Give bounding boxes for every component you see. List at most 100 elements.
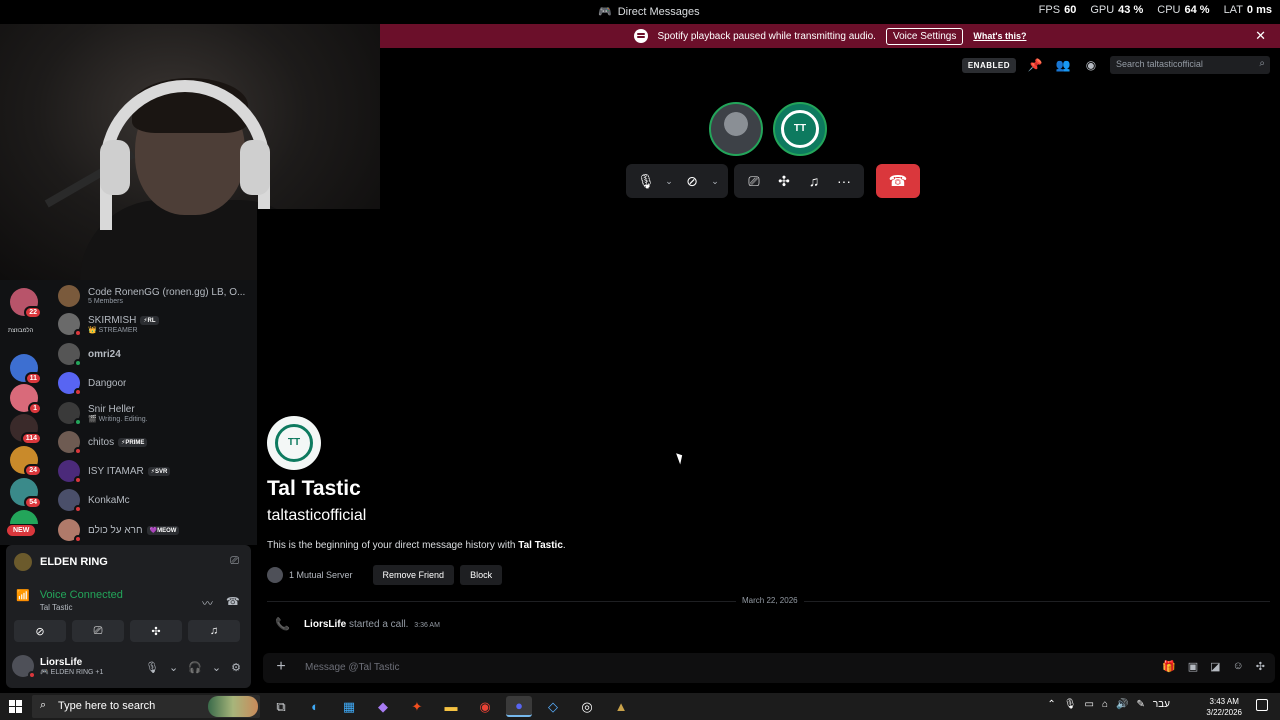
discord-taskbar-icon[interactable]: ● (506, 696, 532, 717)
camera-off-icon[interactable]: ⊘ (678, 167, 706, 195)
profile-display-name: Tal Tastic (267, 477, 361, 500)
notification-icon[interactable] (1256, 699, 1268, 711)
elden-ring-icon[interactable]: ▲ (608, 696, 634, 717)
dm-name: Snir Heller (88, 403, 135, 415)
volume-icon[interactable]: 🔊 (1116, 699, 1128, 710)
user-profile-icon[interactable]: ◉ (1082, 56, 1100, 74)
dm-list-item[interactable]: חרא על כולם 💜MEOW (58, 516, 254, 544)
dm-list-item[interactable]: omri24 (58, 340, 254, 368)
task-view-icon[interactable]: ⧉ (268, 696, 294, 717)
server-text-item[interactable]: הלמבוזצת (8, 328, 34, 334)
voice-settings-button[interactable]: Voice Settings (885, 27, 964, 45)
server-icon[interactable]: 24 (10, 446, 42, 477)
stat-cpu: CPU 64 % (1157, 4, 1210, 16)
screen-share-icon[interactable]: ⎚ (740, 167, 768, 195)
server-icon[interactable]: 22 (10, 288, 42, 319)
enabled-badge[interactable]: ENABLED (961, 57, 1016, 73)
dm-list-item[interactable]: Dangoor (58, 369, 254, 397)
obs-icon[interactable]: ◎ (574, 696, 600, 717)
edge-icon[interactable]: ◐ (302, 696, 328, 717)
whats-this-link[interactable]: What's this? (973, 31, 1026, 41)
pen-icon[interactable]: ✎ (1136, 699, 1144, 710)
app-icon[interactable]: ◇ (540, 696, 566, 717)
profile-avatar[interactable]: TT (267, 416, 321, 470)
title-bar: 🎮 Direct Messages FPS 60 GPU 43 % CPU 64 % … (0, 0, 1280, 24)
voice-status[interactable]: Voice Connected (40, 589, 123, 601)
chevron-down-icon[interactable]: ⌄ (212, 661, 221, 674)
profile-actions: 1 Mutual Server Remove Friend Block (267, 565, 503, 585)
battery-icon[interactable]: ▭ (1085, 699, 1094, 710)
headphones-icon[interactable]: 🎧 (188, 661, 202, 674)
profile-description: This is the beginning of your direct mes… (267, 540, 566, 551)
plus-icon[interactable]: + (273, 659, 289, 675)
close-icon[interactable]: ✕ (1255, 28, 1266, 44)
server-icon[interactable]: 54 (10, 478, 42, 509)
network-icon[interactable]: ⌂ (1102, 699, 1108, 710)
gif-icon[interactable]: ▣ (1188, 660, 1198, 673)
call-participant-avatar-1[interactable] (709, 102, 763, 156)
store-icon[interactable]: ▦ (336, 696, 362, 717)
gear-icon[interactable]: ⚙ (231, 661, 241, 674)
dm-list-item[interactable]: chitos ⚡PRIME (58, 428, 254, 456)
dm-list: Code RonenGG (ronen.gg) LB, O... 5 Member… (50, 280, 257, 545)
call-user[interactable]: LiorsLife (304, 619, 346, 630)
microphone-icon[interactable]: 🎙 (1064, 699, 1077, 710)
activities-icon[interactable]: ✣ (770, 167, 798, 195)
dm-list-item[interactable]: ISY ITAMAR ⚡SVR (58, 457, 254, 485)
screen-share-icon[interactable]: ⎚ (230, 555, 239, 568)
disconnect-icon[interactable]: ☎ (226, 595, 240, 608)
add-friend-icon[interactable]: 👥 (1054, 56, 1072, 74)
copilot-icon[interactable]: ◆ (370, 696, 396, 717)
noise-suppression-icon[interactable]: 〰 (202, 595, 213, 611)
chevron-down-icon[interactable]: ⌄ (169, 661, 178, 674)
chevron-down-icon[interactable]: ⌄ (662, 167, 676, 195)
soundboard-icon[interactable]: ♫ (800, 167, 828, 195)
new-unreads-pill[interactable]: NEW (7, 525, 36, 536)
server-tag-badge: ⚡PRIME (118, 437, 148, 447)
taskbar-clock[interactable]: 3:43 AM 3/22/2026 (1206, 696, 1242, 718)
message-composer[interactable]: + Message @Tal Tastic 🎁 ▣ ◪ ☺ ✣ (263, 653, 1275, 683)
user-area[interactable]: LiorsLife 🎮 ELDEN RING +1 (12, 655, 103, 679)
server-icon[interactable]: 114 (10, 414, 42, 445)
server-icon[interactable]: 11 (10, 354, 42, 385)
game-activity[interactable]: ELDEN RING (14, 553, 108, 571)
block-button[interactable]: Block (460, 565, 503, 585)
file-explorer-icon[interactable]: ▬ (438, 696, 464, 717)
dm-list-item[interactable]: SKIRMISH ⚡RL 👑 STREAMER (58, 310, 254, 338)
chrome-icon[interactable]: ◉ (472, 696, 498, 717)
disconnect-button[interactable]: ☎ (876, 164, 920, 198)
chevron-up-icon[interactable]: ⌃ (1047, 699, 1055, 710)
dm-list-item[interactable]: Code RonenGG (ronen.gg) LB, O... 5 Member… (58, 282, 254, 310)
mutual-server-link[interactable]: 1 Mutual Server (289, 570, 353, 580)
apps-icon[interactable]: ✣ (1256, 660, 1265, 673)
dm-name: ISY ITAMAR ⚡SVR (88, 466, 171, 477)
dm-list-item[interactable]: Snir Heller 🎬 Writing. Editing. (58, 399, 254, 427)
emoji-icon[interactable]: ☺ (1233, 660, 1244, 673)
activities-icon[interactable]: ✣ (130, 620, 182, 642)
sticker-icon[interactable]: ◪ (1210, 660, 1220, 673)
server-icon[interactable] (10, 510, 38, 524)
soundboard-icon[interactable]: ♫ (188, 620, 240, 642)
server-icon[interactable]: 1 (10, 384, 42, 415)
message-input[interactable]: Message @Tal Tastic (305, 662, 399, 673)
microphone-icon[interactable]: 🎙 (145, 661, 159, 674)
camera-off-icon[interactable]: ⊘ (14, 620, 66, 642)
call-system-message: 📞 LiorsLife started a call. 3:36 AM (275, 617, 440, 631)
more-icon[interactable]: ··· (830, 167, 858, 195)
pin-icon[interactable]: 📌 (1026, 56, 1044, 74)
taskbar-search-input[interactable]: ⌕ Type here to search (32, 695, 260, 718)
call-participant-avatar-2[interactable]: TT (773, 102, 827, 156)
language-indicator[interactable]: עבר (1153, 699, 1170, 710)
signal-icon[interactable]: 📶 (16, 589, 30, 612)
remove-friend-button[interactable]: Remove Friend (372, 565, 455, 585)
screen-share-icon[interactable]: ⎚ (72, 620, 124, 642)
figma-icon[interactable]: ✦ (404, 696, 430, 717)
voice-channel[interactable]: Tal Tastic (40, 603, 123, 612)
gift-icon[interactable]: 🎁 (1162, 660, 1176, 673)
search-input[interactable]: Search taltasticofficial ⌕ (1110, 56, 1270, 74)
date-divider: March 22, 2026 (267, 596, 1270, 605)
microphone-icon[interactable]: 🎙 (632, 167, 660, 195)
chevron-down-icon[interactable]: ⌄ (708, 167, 722, 195)
dm-list-item[interactable]: KonkaMc (58, 486, 254, 514)
windows-start-icon[interactable] (9, 700, 22, 713)
